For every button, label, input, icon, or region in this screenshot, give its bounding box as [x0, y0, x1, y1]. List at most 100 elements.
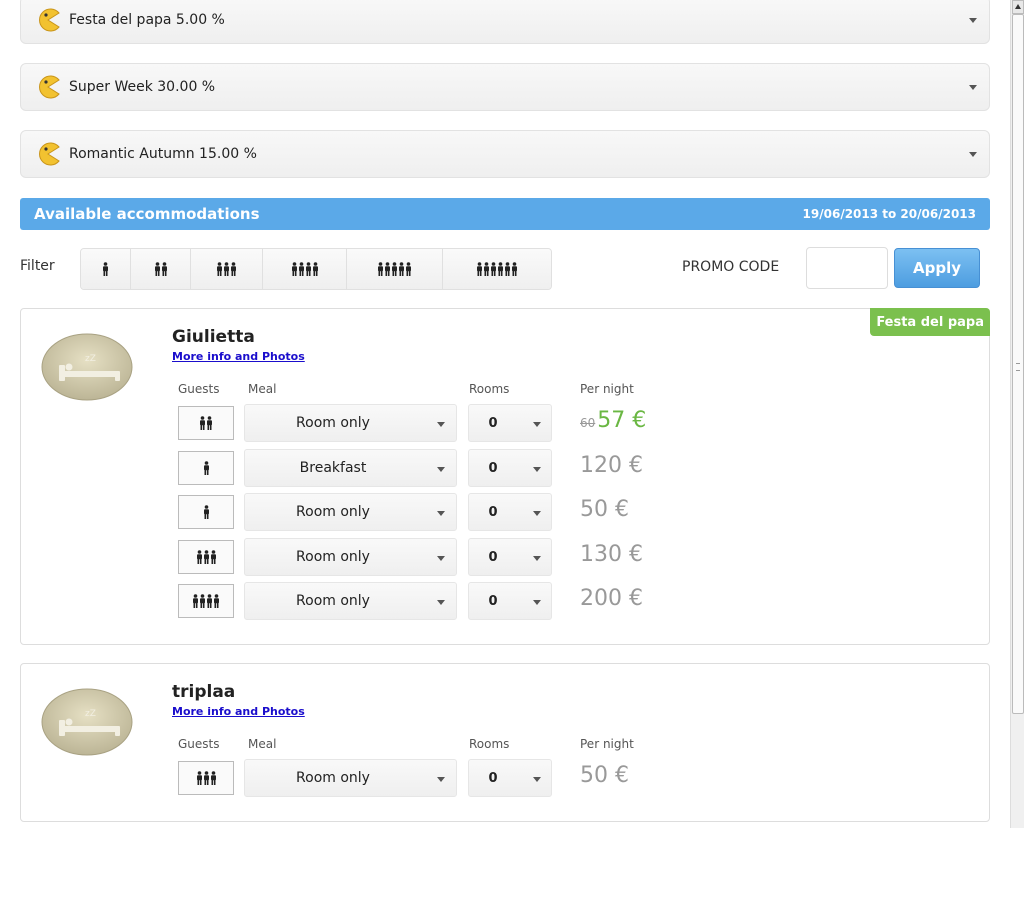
chevron-down-icon	[437, 555, 445, 561]
guest-person-icon	[203, 460, 209, 475]
chevron-down-icon	[533, 600, 541, 606]
room-row: Room only 0 50 €	[21, 493, 989, 532]
guest-filter-group	[80, 248, 552, 290]
meal-select[interactable]: Room only	[244, 537, 457, 576]
current-price: 200 €	[580, 586, 643, 612]
meal-select[interactable]: Room only	[244, 759, 457, 797]
current-price: 130 €	[580, 541, 643, 567]
meal-select[interactable]: Room only	[244, 493, 457, 532]
price-per-night: 120 €	[580, 453, 643, 478]
meal-select[interactable]: Room only	[244, 404, 457, 442]
room-row: Room only 0 130 €	[21, 537, 989, 576]
rooms-select[interactable]: 0	[468, 537, 552, 576]
rooms-select[interactable]: 0	[468, 493, 552, 532]
promo-label: Super Week 30.00 %	[69, 79, 216, 95]
chevron-down-icon	[437, 777, 445, 782]
column-header-guests: Guests	[178, 382, 220, 396]
promo-badge: Festa del papa	[870, 308, 990, 336]
promo-label: Romantic Autumn 15.00 %	[69, 146, 257, 162]
rooms-select[interactable]: 0	[468, 404, 552, 442]
rooms-select-value: 0	[488, 416, 498, 431]
chevron-down-icon	[969, 152, 977, 157]
price-per-night: 200 €	[580, 586, 643, 611]
price-per-night: 130 €	[580, 542, 643, 567]
chevron-down-icon	[533, 466, 541, 472]
guest-person-icon	[291, 262, 318, 276]
chevron-down-icon	[437, 466, 445, 472]
room-row: Room only 0 6057 €	[21, 404, 989, 442]
promo-super-week[interactable]: Super Week 30.00 %	[20, 63, 990, 111]
vertical-scrollbar[interactable]	[1010, 0, 1024, 828]
rooms-select-value: 0	[488, 594, 498, 610]
room-row: Room only 0 200 €	[21, 582, 989, 621]
filter-guests-4[interactable]	[263, 249, 347, 289]
guest-person-icon	[217, 262, 236, 276]
rooms-select[interactable]: 0	[468, 448, 552, 487]
filter-guests-5[interactable]	[347, 249, 443, 289]
column-header-per-night: Per night	[580, 382, 634, 396]
filter-guests-3[interactable]	[191, 249, 263, 289]
guest-count-box	[178, 406, 234, 440]
rooms-select-value: 0	[488, 460, 498, 476]
filter-guests-1[interactable]	[81, 249, 131, 289]
price-per-night: 6057 €	[580, 408, 646, 433]
chevron-down-icon	[437, 422, 445, 427]
accommodation-name: Giulietta	[172, 327, 255, 347]
svg-text:zZ: zZ	[85, 354, 96, 364]
promo-code-label: PROMO CODE	[682, 259, 780, 275]
guest-person-icon	[193, 594, 219, 609]
chevron-down-icon	[437, 511, 445, 517]
apply-button[interactable]: Apply	[894, 248, 980, 288]
current-price: 50 €	[580, 763, 629, 788]
chevron-down-icon	[533, 511, 541, 517]
filter-guests-2[interactable]	[131, 249, 191, 289]
more-info-link[interactable]: More info and Photos	[172, 705, 305, 718]
column-header-meal: Meal	[248, 382, 277, 396]
accommodation-card: zZ Giulietta More info and Photos Festa del…	[20, 308, 990, 645]
guest-person-icon	[103, 262, 108, 276]
pacman-icon	[39, 142, 60, 166]
guest-person-icon	[200, 416, 212, 430]
more-info-link[interactable]: More info and Photos	[172, 350, 305, 363]
scroll-thumb[interactable]	[1012, 14, 1024, 714]
column-header-meal: Meal	[248, 737, 277, 751]
accommodation-card: zZ triplaa More info and Photos Guests Meal R…	[20, 663, 990, 822]
scroll-up-arrow[interactable]	[1012, 0, 1024, 14]
rooms-select[interactable]: 0	[468, 582, 552, 621]
promo-festa-del-papa[interactable]: Festa del papa 5.00 %	[20, 0, 990, 44]
chevron-down-icon	[437, 600, 445, 606]
current-price: 120 €	[580, 452, 643, 478]
meal-select-value: Room only	[296, 415, 370, 431]
room-row: Room only 0 50 €	[21, 759, 989, 797]
pacman-icon	[39, 75, 60, 99]
rooms-select-value: 0	[488, 771, 498, 786]
room-row: Breakfast 0 120 €	[21, 448, 989, 487]
chevron-down-icon	[969, 85, 977, 90]
guest-person-icon	[378, 262, 411, 276]
pacman-icon	[39, 8, 60, 32]
promo-romantic-autumn[interactable]: Romantic Autumn 15.00 %	[20, 130, 990, 178]
meal-select-value: Room only	[296, 593, 370, 610]
guest-count-box	[178, 495, 234, 530]
meal-select-value: Room only	[296, 504, 370, 521]
current-price: 50 €	[580, 497, 629, 523]
guest-person-icon	[154, 262, 167, 276]
guest-person-icon	[196, 549, 216, 564]
meal-select[interactable]: Breakfast	[244, 448, 457, 487]
price-per-night: 50 €	[580, 763, 629, 788]
rooms-select[interactable]: 0	[468, 759, 552, 797]
guest-count-box	[178, 539, 234, 574]
guest-count-box	[178, 584, 234, 619]
guest-count-box	[178, 761, 234, 795]
filter-guests-6[interactable]	[443, 249, 551, 289]
chevron-down-icon	[533, 555, 541, 561]
meal-select[interactable]: Room only	[244, 582, 457, 621]
chevron-down-icon	[533, 777, 541, 782]
bed-icon: zZ	[41, 333, 133, 401]
bed-icon: zZ	[41, 688, 133, 756]
column-header-guests: Guests	[178, 737, 220, 751]
original-price: 60	[580, 416, 596, 430]
column-header-rooms: Rooms	[469, 382, 510, 396]
guest-count-box	[178, 450, 234, 485]
promo-code-input[interactable]	[806, 247, 888, 289]
